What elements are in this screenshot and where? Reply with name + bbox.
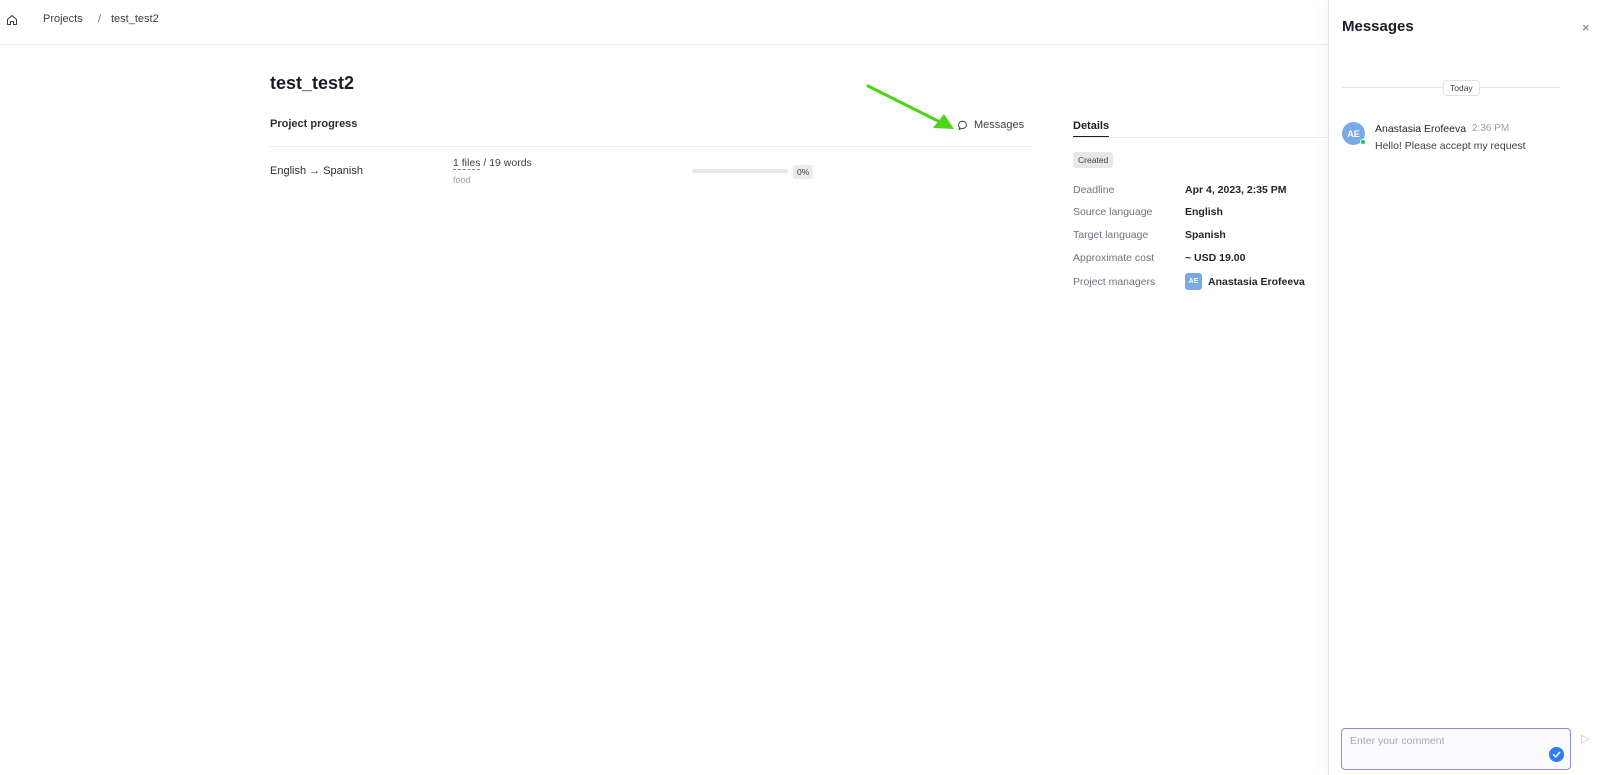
panel-title: Messages bbox=[1342, 18, 1414, 35]
close-icon[interactable]: × bbox=[1582, 20, 1590, 35]
tab-details[interactable]: Details bbox=[1073, 120, 1110, 138]
online-status-dot bbox=[1360, 139, 1366, 145]
language-pair[interactable]: English → Spanish bbox=[270, 165, 363, 177]
detail-value: Apr 4, 2023, 2:35 PM bbox=[1185, 184, 1287, 196]
detail-label: Project managers bbox=[1073, 276, 1156, 288]
files-count[interactable]: 1 files bbox=[453, 157, 481, 170]
progress-bar bbox=[692, 169, 788, 173]
messages-button[interactable]: Messages bbox=[958, 119, 1024, 131]
details-divider bbox=[1073, 137, 1328, 138]
subject-label: food bbox=[453, 175, 471, 185]
message-text: Hello! Please accept my request bbox=[1375, 140, 1526, 152]
detail-label: Deadline bbox=[1073, 184, 1115, 196]
project-manager-name[interactable]: Anastasia Erofeeva bbox=[1208, 276, 1305, 288]
detail-label: Approximate cost bbox=[1073, 252, 1155, 264]
detail-value: ~ USD 19.00 bbox=[1185, 252, 1246, 264]
progress-percent: 0% bbox=[793, 165, 814, 179]
detail-value: Spanish bbox=[1185, 229, 1226, 241]
progress-divider bbox=[270, 146, 1032, 147]
breadcrumb-projects[interactable]: Projects bbox=[43, 13, 83, 25]
messages-button-label: Messages bbox=[974, 119, 1025, 131]
comment-input[interactable] bbox=[1350, 735, 1550, 747]
breadcrumb-separator: / bbox=[98, 13, 102, 25]
project-progress-label: Project progress bbox=[270, 118, 358, 130]
status-badge: Created bbox=[1073, 152, 1114, 168]
detail-label: Target language bbox=[1073, 229, 1149, 241]
words-count: / 19 words bbox=[480, 157, 532, 169]
chat-bubble-icon bbox=[958, 120, 967, 131]
spellcheck-icon[interactable] bbox=[1549, 747, 1564, 762]
message-time: 2:36 PM bbox=[1472, 123, 1510, 134]
page-title: test_test2 bbox=[270, 73, 355, 93]
comment-box[interactable] bbox=[1341, 728, 1571, 770]
annotation-arrow bbox=[866, 84, 954, 129]
date-divider: Today bbox=[1443, 80, 1480, 96]
messages-panel: Messages × Today AE Anastasia Erofeeva 2… bbox=[1328, 0, 1600, 775]
message-author: Anastasia Erofeeva bbox=[1375, 123, 1467, 135]
avatar: AE bbox=[1185, 273, 1202, 290]
home-icon[interactable] bbox=[6, 14, 18, 26]
send-icon[interactable]: ▷ bbox=[1581, 732, 1589, 745]
files-words-count: 1 files / 19 words bbox=[453, 157, 532, 170]
breadcrumb-current: test_test2 bbox=[111, 13, 159, 25]
top-bar: Projects / test_test2 bbox=[0, 0, 1328, 45]
detail-value: English bbox=[1185, 206, 1223, 218]
detail-label: Source language bbox=[1073, 206, 1153, 218]
